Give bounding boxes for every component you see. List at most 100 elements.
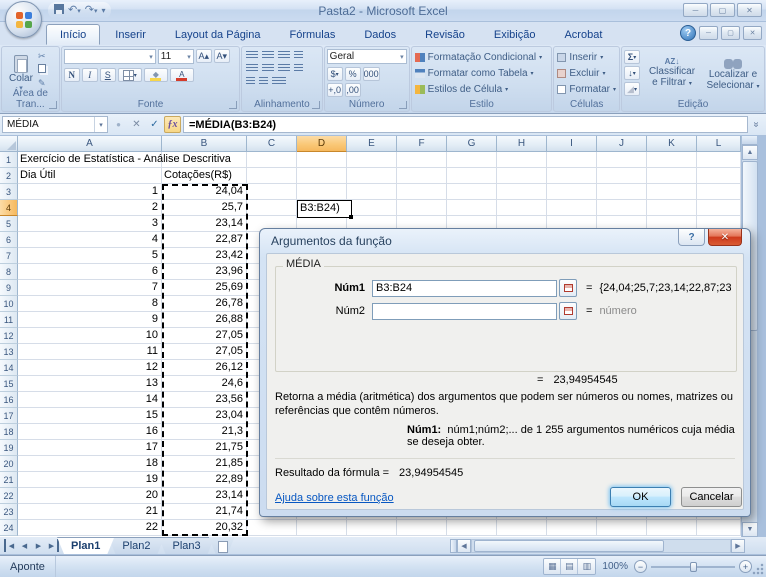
sheet-tab-plan2[interactable]: Plan2 (108, 537, 164, 554)
cell-C3[interactable] (247, 184, 297, 200)
cell-L4[interactable] (697, 200, 741, 216)
row-header-12[interactable]: 12 (0, 328, 18, 344)
save-button[interactable] (54, 4, 64, 17)
row-header-13[interactable]: 13 (0, 344, 18, 360)
cell-B21[interactable]: 22,89 (162, 472, 247, 488)
cell-A4[interactable]: 2 (18, 200, 162, 216)
column-header-C[interactable]: C (247, 136, 297, 152)
clear-button[interactable]: ◢▾ (624, 82, 640, 96)
enter-entry-button[interactable]: ✓ (146, 116, 163, 133)
row-header-20[interactable]: 20 (0, 456, 18, 472)
row-header-1[interactable]: 1 (0, 152, 18, 168)
align-top-icon[interactable] (246, 51, 258, 60)
cell-B5[interactable]: 23,14 (162, 216, 247, 232)
tab-inserir[interactable]: Inserir (101, 24, 160, 45)
cell-B12[interactable]: 27,05 (162, 328, 247, 344)
zoom-handle[interactable] (690, 562, 697, 572)
zoom-track[interactable] (651, 566, 735, 568)
column-header-H[interactable]: H (497, 136, 547, 152)
row-header-17[interactable]: 17 (0, 408, 18, 424)
cell-B22[interactable]: 23,14 (162, 488, 247, 504)
number-format-combo[interactable]: Geral▾ (327, 49, 407, 64)
column-header-L[interactable]: L (697, 136, 741, 152)
tab-layout-da-página[interactable]: Layout da Página (161, 24, 275, 45)
cell-B17[interactable]: 23,04 (162, 408, 247, 424)
cell-K3[interactable] (647, 184, 697, 200)
row-header-7[interactable]: 7 (0, 248, 18, 264)
cell-F4[interactable] (397, 200, 447, 216)
sheet-tab-plan3[interactable]: Plan3 (159, 537, 215, 554)
underline-button[interactable]: S (100, 68, 116, 82)
cell-B18[interactable]: 21,3 (162, 424, 247, 440)
num2-input[interactable] (372, 303, 557, 320)
tab-split-handle[interactable] (450, 539, 457, 553)
cell-A16[interactable]: 14 (18, 392, 162, 408)
tab-fórmulas[interactable]: Fórmulas (276, 24, 350, 45)
clipboard-dialog-launcher[interactable] (49, 101, 57, 109)
delete-cells-button[interactable]: Excluir▾ (556, 65, 617, 81)
italic-button[interactable]: I (82, 68, 98, 82)
conditional-formatting-button[interactable]: Formatação Condicional▾ (414, 49, 550, 65)
column-header-E[interactable]: E (347, 136, 397, 152)
cell-B4[interactable]: 25,7 (162, 200, 247, 216)
align-middle-icon[interactable] (262, 51, 274, 60)
cell-L2[interactable] (697, 168, 741, 184)
row-header-14[interactable]: 14 (0, 360, 18, 376)
cell-B11[interactable]: 26,88 (162, 312, 247, 328)
row-header-24[interactable]: 24 (0, 520, 18, 536)
zoom-out-button[interactable]: − (634, 560, 647, 573)
vertical-split-handle[interactable] (742, 136, 757, 145)
cell-I2[interactable] (547, 168, 597, 184)
cell-H2[interactable] (497, 168, 547, 184)
cell-I3[interactable] (547, 184, 597, 200)
num1-input[interactable]: B3:B24 (372, 280, 557, 297)
cell-J2[interactable] (597, 168, 647, 184)
cell-G3[interactable] (447, 184, 497, 200)
dialog-help-button[interactable]: ? (678, 229, 705, 246)
insert-function-button[interactable]: ƒx (164, 116, 181, 133)
cell-G2[interactable] (447, 168, 497, 184)
cell-A17[interactable]: 15 (18, 408, 162, 424)
editing-cell-d4[interactable]: B3:B24) (297, 200, 352, 218)
sort-filter-button[interactable]: AZ↓ Classificare Filtrar ▾ (644, 49, 700, 99)
cell-A10[interactable]: 8 (18, 296, 162, 312)
function-help-link[interactable]: Ajuda sobre esta função (275, 492, 394, 504)
align-center-icon[interactable] (262, 64, 274, 73)
cell-B7[interactable]: 23,42 (162, 248, 247, 264)
cell-E2[interactable] (347, 168, 397, 184)
cell-E3[interactable] (347, 184, 397, 200)
row-header-16[interactable]: 16 (0, 392, 18, 408)
cell-A23[interactable]: 21 (18, 504, 162, 520)
cell-K1[interactable] (647, 152, 697, 168)
cell-I24[interactable] (547, 520, 597, 536)
row-header-18[interactable]: 18 (0, 424, 18, 440)
customize-qat-button[interactable]: ▾ (101, 5, 105, 16)
workbook-minimize-button[interactable]: ─ (699, 26, 718, 40)
cell-A3[interactable]: 1 (18, 184, 162, 200)
cell-B13[interactable]: 27,05 (162, 344, 247, 360)
row-header-3[interactable]: 3 (0, 184, 18, 200)
dialog-close-button[interactable]: ✕ (708, 229, 742, 246)
copy-button[interactable] (38, 64, 46, 76)
resize-grip[interactable] (752, 563, 764, 575)
office-button[interactable] (5, 1, 42, 38)
alignment-dialog-launcher[interactable] (312, 101, 320, 109)
row-header-2[interactable]: 2 (0, 168, 18, 184)
row-header-4[interactable]: 4 (0, 200, 18, 216)
cell-B10[interactable]: 26,78 (162, 296, 247, 312)
cell-C24[interactable] (247, 520, 297, 536)
zoom-in-button[interactable]: + (739, 560, 752, 573)
column-header-G[interactable]: G (447, 136, 497, 152)
cell-D24[interactable] (297, 520, 347, 536)
increase-indent-icon[interactable] (259, 77, 268, 86)
row-header-22[interactable]: 22 (0, 488, 18, 504)
workbook-close-button[interactable]: ✕ (743, 26, 762, 40)
cell-K2[interactable] (647, 168, 697, 184)
cell-F1[interactable] (397, 152, 447, 168)
scroll-left-button[interactable]: ◀ (457, 539, 471, 553)
row-header-10[interactable]: 10 (0, 296, 18, 312)
borders-button[interactable]: ▾ (118, 68, 142, 82)
cell-A19[interactable]: 17 (18, 440, 162, 456)
cell-D1[interactable] (297, 152, 347, 168)
cell-E24[interactable] (347, 520, 397, 536)
